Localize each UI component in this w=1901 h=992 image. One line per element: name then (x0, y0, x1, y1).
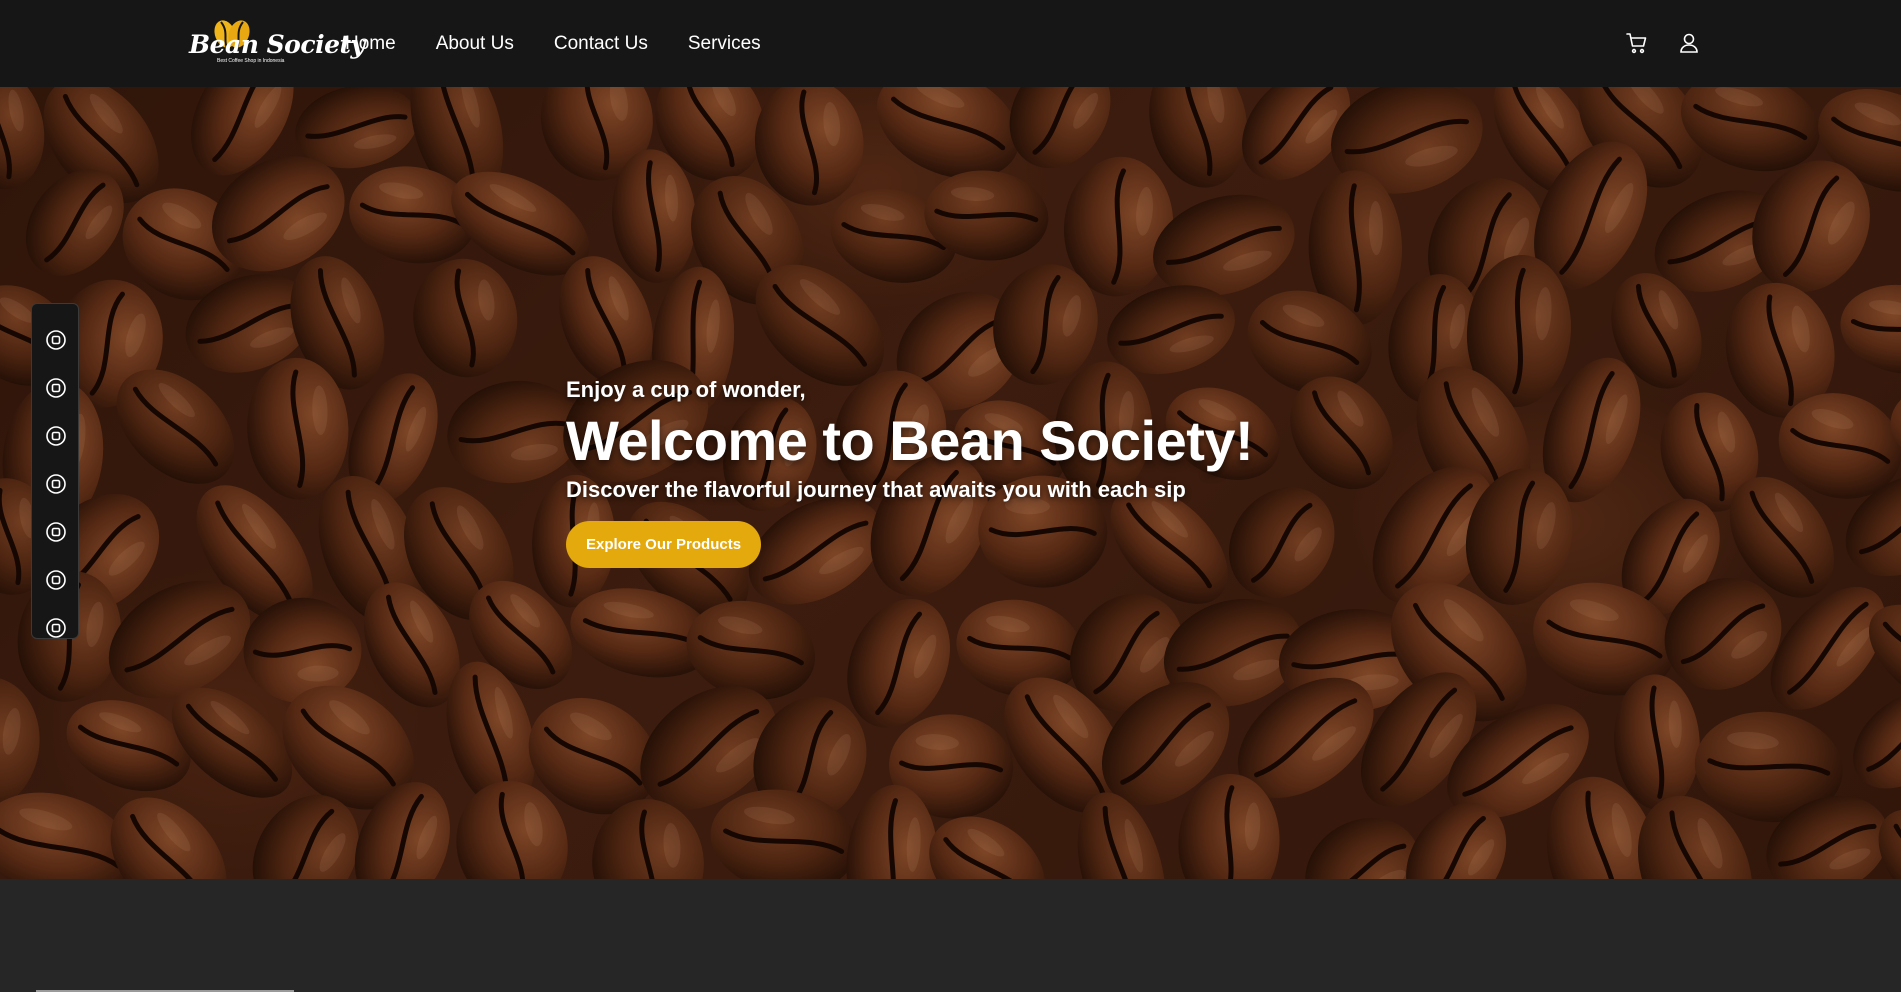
hero-content: Enjoy a cup of wonder, Welcome to Bean S… (566, 377, 1426, 568)
dock-button-6[interactable] (32, 556, 80, 604)
user-icon (1680, 33, 1698, 53)
account-button[interactable] (1674, 28, 1704, 58)
dock-button-2[interactable] (32, 364, 80, 412)
brand-tagline: Best Coffee Shop in Indonesia (217, 58, 285, 64)
target-circle-icon (46, 474, 66, 494)
dock-button-3[interactable] (32, 412, 80, 460)
target-circle-icon (46, 522, 66, 542)
dock-button-4[interactable] (32, 460, 80, 508)
nav-link-services[interactable]: Services (688, 33, 761, 55)
cart-button[interactable] (1622, 28, 1652, 58)
target-circle-icon (46, 378, 66, 398)
navbar: Bean Society Best Coffee Shop in Indones… (0, 0, 1901, 87)
hero-title: Welcome to Bean Society! (566, 409, 1254, 472)
target-circle-icon (46, 570, 66, 590)
hero-section: Enjoy a cup of wonder, Welcome to Bean S… (0, 87, 1901, 879)
next-section (0, 879, 1901, 992)
brand-logo[interactable]: Bean Society Best Coffee Shop in Indones… (185, 18, 365, 66)
cart-icon (1626, 33, 1647, 54)
hero-subtitle: Discover the flavorful journey that awai… (566, 477, 1186, 502)
nav-icons (1600, 28, 1704, 58)
nav-link-contact-us[interactable]: Contact Us (554, 33, 648, 55)
side-dock (31, 303, 79, 639)
explore-products-button[interactable]: Explore Our Products (566, 521, 762, 568)
target-circle-icon (46, 618, 66, 638)
nav-link-home[interactable]: Home (345, 33, 396, 55)
brand-name: Bean Society (189, 30, 365, 59)
dock-button-1[interactable] (32, 316, 80, 364)
target-circle-icon (46, 426, 66, 446)
target-circle-icon (46, 330, 66, 350)
dock-button-7[interactable] (32, 604, 80, 652)
main-nav: Home About Us Contact Us Services (345, 0, 801, 87)
hero-eyebrow: Enjoy a cup of wonder, (566, 377, 806, 402)
dock-button-5[interactable] (32, 508, 80, 556)
nav-link-about-us[interactable]: About Us (436, 33, 514, 55)
